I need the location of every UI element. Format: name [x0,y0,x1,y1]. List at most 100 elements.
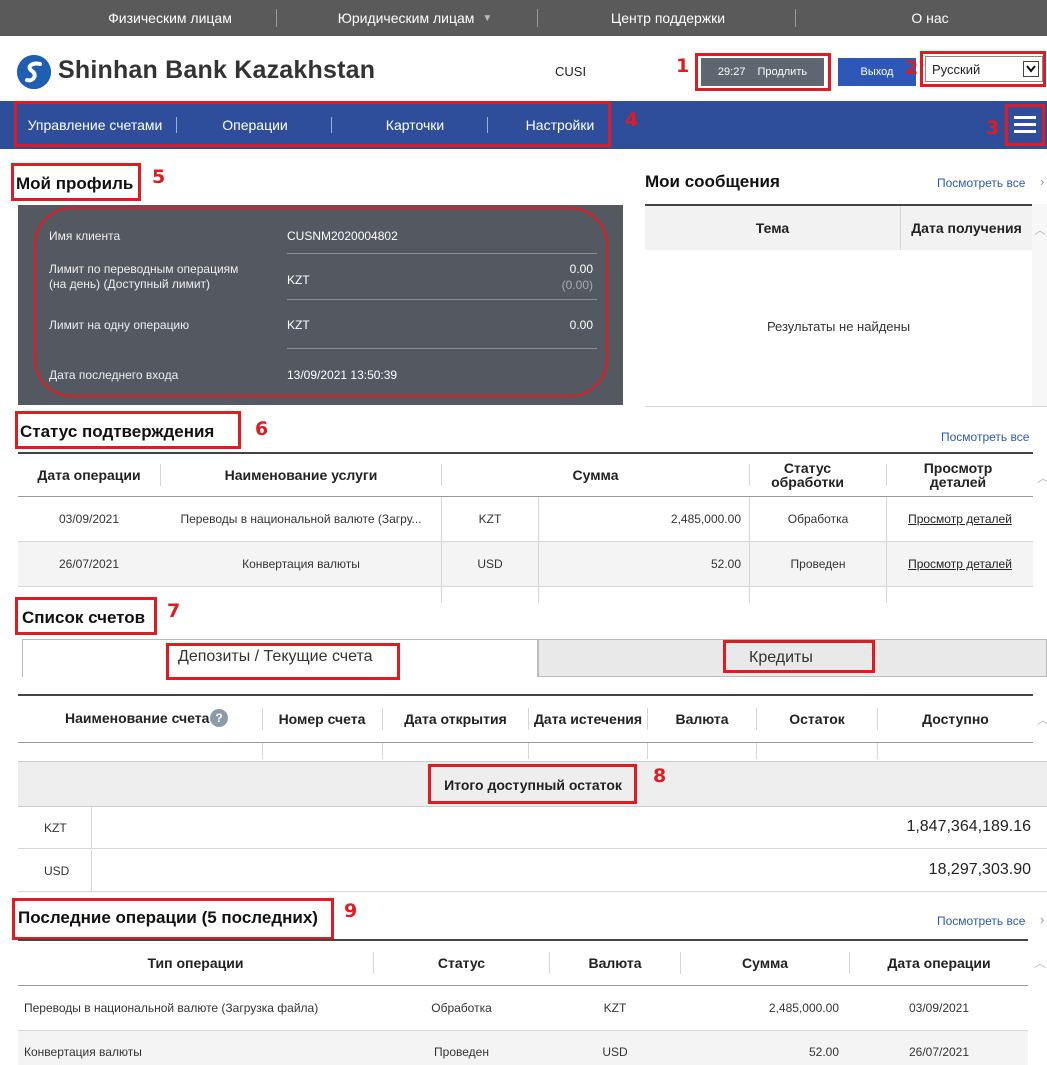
annotation-box-6 [15,411,241,449]
column-divider [91,807,92,849]
annotation-number-2: 2 [905,57,919,79]
bank-logo-icon[interactable] [17,55,51,89]
col-operation-date: Дата операции [37,467,141,483]
row-status: Обработка [787,512,849,526]
column-divider [749,587,750,603]
topnav-support[interactable]: Центр поддержки [568,0,768,36]
annotation-box-5 [11,163,141,201]
row-currency: USD [477,557,503,571]
col-processing-status: Статус обработки [771,460,844,490]
table-header-line [18,742,1033,743]
col-account-number: Номер счета [278,711,366,727]
annotation-box-credits [723,640,875,673]
col-open-date: Дата открытия [404,711,507,727]
column-divider [749,464,750,486]
topnav-divider [276,9,277,27]
annotation-number-8: 8 [653,765,667,787]
col-amount: Сумма [572,467,619,483]
col-account-name: Наименование счета [65,710,210,726]
chevron-right-icon[interactable]: › [1040,174,1044,189]
row-currency: KZT [478,512,502,526]
topnav-divider [795,9,796,27]
table-row: 26/07/2021 Конвертация валюты USD 52.00 … [18,542,1033,586]
annotation-number-4: 4 [625,109,639,131]
row-status: Проведен [434,1045,489,1059]
table-row: 03/09/2021 Переводы в национальной валют… [18,497,1033,541]
col-currency: Валюта [588,955,642,971]
view-details-link[interactable]: Просмотр деталей [887,497,1033,541]
total-row-kzt: KZT 1,847,364,189.16 [18,807,1047,849]
column-divider [538,587,539,603]
row-status: Проведен [790,557,846,571]
annotation-box-deposits [166,643,400,680]
logo-swirl-icon [17,55,51,89]
topnav-about[interactable]: О нас [830,0,1030,36]
col-available: Доступно [922,711,989,727]
view-details-link[interactable]: Просмотр деталей [887,542,1033,586]
row-date: 26/07/2021 [908,1045,970,1059]
table-row: Переводы в национальной валюте (Загрузка… [18,986,1028,1030]
column-divider [886,587,887,603]
accounts-header-row: Наименование счета ? Номер счета Дата от… [18,696,1033,742]
messages-view-all-link[interactable]: Посмотреть все [937,176,1025,190]
column-divider [877,743,878,759]
scroll-up-icon[interactable]: ︿ [1033,222,1047,237]
row-operation-type: Конвертация валюты [24,1045,142,1059]
column-divider [756,743,757,759]
messages-title: Мои сообщения [645,172,780,191]
scroll-up-icon[interactable]: ︿ [1036,712,1047,727]
row-date: 03/09/2021 [908,1001,970,1015]
col-amount: Сумма [741,955,789,971]
row-service: Конвертация валюты [242,557,360,571]
profile-panel: Имя клиента CUSNM2020004802 Лимит по пер… [18,205,623,405]
total-amount: 18,297,303.90 [928,861,1031,878]
col-operation-date: Дата операции [887,955,991,971]
bank-brand-name[interactable]: Shinhan Bank Kazakhstan [58,56,375,85]
table-row: Конвертация валюты Проведен USD 52.00 26… [18,1031,1028,1065]
col-balance: Остаток [789,711,845,727]
col-status: Статус [437,955,486,971]
annotation-box-3 [1005,104,1045,146]
row-amount: 2,485,000.00 [768,1001,839,1015]
col-service-name: Наименование услуги [224,467,378,483]
row-amount: 52.00 [710,557,741,571]
confirmation-header-row: Дата операции Наименование услуги Сумма … [18,454,1033,496]
messages-header-row: Тема Дата получения [645,204,1032,250]
topnav-legal-entities[interactable]: Юридическим лицам ▼ [315,0,515,36]
scroll-up-icon[interactable]: ︿ [1033,955,1047,970]
annotation-number-7: 7 [167,600,181,622]
recent-view-all-link[interactable]: Посмотреть все [937,914,1025,928]
annotation-box-7 [15,597,157,635]
total-amount: 1,847,364,189.16 [906,818,1031,835]
user-id: CUSI [555,64,587,79]
chevron-right-icon[interactable]: › [1040,912,1044,927]
annotation-box-8 [428,764,637,804]
annotation-number-1: 1 [676,55,690,77]
row-currency: USD [602,1045,628,1059]
recent-header-row: Тип операции Статус Валюта Сумма Дата оп… [18,941,1028,985]
column-divider [441,587,442,603]
topnav-individuals[interactable]: Физическим лицам [70,0,270,36]
row-operation-type: Переводы в национальной валюте (Загрузка… [24,1001,319,1015]
column-divider [528,743,529,759]
confirmation-view-all-link[interactable]: Посмотреть все [941,430,1029,444]
col-operation-type: Тип операции [147,955,244,971]
table-row-line [18,586,1033,587]
row-status: Обработка [431,1001,492,1015]
row-date: 03/09/2021 [58,512,120,526]
annotation-number-3: 3 [986,117,1000,139]
column-divider [382,743,383,759]
scroll-up-icon[interactable]: ︿ [1036,470,1047,485]
column-divider [91,850,92,892]
col-expiry-date: Дата истечения [533,711,643,727]
messages-col-subject: Тема [755,220,790,236]
help-icon[interactable]: ? [210,709,228,727]
annotation-box-2 [920,51,1046,87]
chevron-down-icon: ▼ [482,12,493,24]
topnav-legal-entities-label: Юридическим лицам [337,10,475,26]
annotation-box-4 [14,101,611,147]
annotation-number-9: 9 [344,900,358,922]
annotation-box-1 [695,53,831,91]
annotation-number-5: 5 [152,166,166,188]
column-divider [886,464,887,486]
